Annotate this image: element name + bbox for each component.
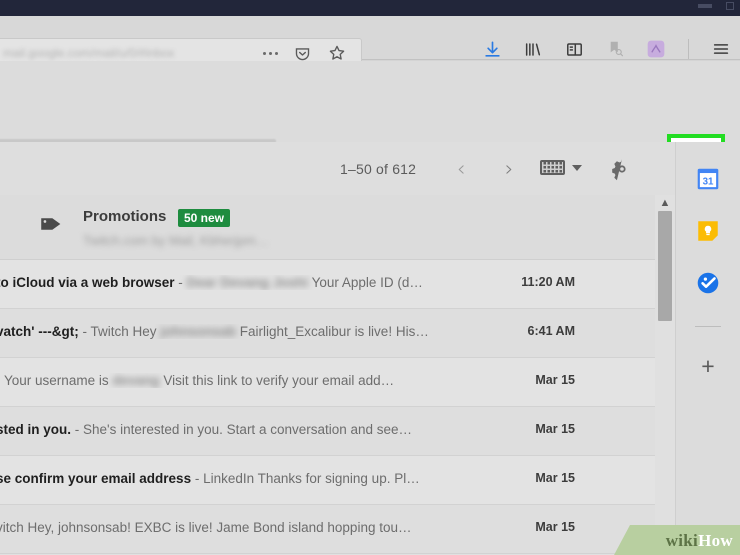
side-panel-divider bbox=[695, 326, 721, 327]
message-date: Mar 15 bbox=[535, 471, 575, 485]
message-subject: se confirm your email address bbox=[0, 471, 192, 486]
message-dash: - bbox=[174, 275, 187, 290]
extension-icon[interactable] bbox=[645, 38, 667, 60]
scroll-up-button[interactable]: ▲ bbox=[659, 198, 671, 209]
google-tasks-icon[interactable] bbox=[695, 270, 721, 296]
pagination-range: 1–50 of 612 bbox=[340, 161, 417, 177]
table-row[interactable]: se confirm your email address - LinkedIn… bbox=[0, 456, 655, 505]
message-redacted: johnsonsab bbox=[160, 324, 237, 339]
message-subject: vatch' ---&gt; bbox=[0, 324, 79, 339]
new-count-badge: 50 new bbox=[178, 209, 231, 227]
toolbar-divider bbox=[688, 39, 689, 59]
message-prefix: Twitch Hey bbox=[90, 324, 161, 339]
minimize-button[interactable] bbox=[698, 4, 712, 8]
downloads-icon[interactable] bbox=[481, 38, 503, 60]
table-row[interactable]: vatch' ---&gt; - Twitch Hey johnsonsab F… bbox=[0, 309, 655, 358]
gmail-header: d bbox=[0, 61, 740, 192]
menu-hamburger-icon[interactable] bbox=[710, 38, 732, 60]
message-snippet: vitch Hey, johnsonsab! EXBC is live! Jam… bbox=[0, 520, 412, 535]
message-redacted: devang bbox=[112, 373, 160, 388]
message-date: Mar 15 bbox=[535, 373, 575, 387]
message-date: Mar 15 bbox=[535, 422, 575, 436]
google-calendar-icon[interactable]: 31 bbox=[695, 166, 721, 192]
message-date: Mar 15 bbox=[535, 520, 575, 534]
keyboard-icon[interactable] bbox=[540, 160, 565, 175]
message-snippet: Fairlight_Excalibur is live! His… bbox=[236, 324, 429, 339]
message-subject: sted in you. bbox=[0, 422, 72, 437]
browser-toolbar-icons bbox=[481, 38, 732, 60]
scrollbar-thumb[interactable] bbox=[658, 211, 672, 321]
address-bar-text: mail.google.com/mail/u/0/#inbox bbox=[3, 46, 175, 60]
message-snippet: LinkedIn Thanks for signing up. Pl… bbox=[203, 471, 420, 486]
message-subject: to iCloud via a web browser bbox=[0, 275, 175, 290]
message-snippet: Your Apple ID (d… bbox=[308, 275, 423, 290]
message-snippet: Visit this link to verify your email add… bbox=[159, 373, 395, 388]
previous-page-button[interactable] bbox=[450, 158, 472, 180]
input-tools-chevron-down-icon[interactable] bbox=[572, 164, 582, 171]
wikihow-watermark: wikiHow bbox=[614, 525, 740, 555]
message-snippet: She's interested in you. Start a convers… bbox=[83, 422, 413, 437]
screenshot-root: mail.google.com/mail/u/0/#inbox 1–50 of … bbox=[0, 0, 740, 555]
table-row[interactable]: sted in you. - She's interested in you. … bbox=[0, 407, 655, 456]
message-text: vitch Hey, johnsonsab! EXBC is live! Jam… bbox=[0, 520, 526, 535]
maximize-button[interactable] bbox=[726, 2, 734, 10]
message-text: vatch' ---&gt; - Twitch Hey johnsonsab F… bbox=[0, 324, 526, 339]
list-scrollbar[interactable]: ▲ bbox=[655, 195, 675, 555]
message-date: 11:20 AM bbox=[521, 275, 575, 289]
tag-icon bbox=[40, 216, 62, 232]
message-prefix: Your username is bbox=[4, 373, 113, 388]
pocket-save-icon[interactable] bbox=[604, 38, 626, 60]
message-list[interactable]: Promotions 50 new Twitch.com by Mail, Kb… bbox=[0, 195, 655, 555]
message-text: sted in you. - She's interested in you. … bbox=[0, 422, 526, 437]
category-row-promotions[interactable]: Promotions 50 new Twitch.com by Mail, Kb… bbox=[0, 195, 655, 260]
next-page-button[interactable] bbox=[497, 158, 519, 180]
library-icon[interactable] bbox=[522, 38, 544, 60]
sidebar-icon[interactable] bbox=[563, 38, 585, 60]
message-redacted: Dear Devang Joshi bbox=[186, 275, 309, 290]
window-titlebar bbox=[0, 0, 740, 16]
message-dash: - bbox=[191, 471, 204, 486]
input-tools-control[interactable] bbox=[540, 160, 582, 175]
add-addon-button[interactable]: + bbox=[695, 353, 721, 379]
watermark-wiki: wiki bbox=[665, 531, 699, 550]
table-row[interactable]: vitch Hey, johnsonsab! EXBC is live! Jam… bbox=[0, 505, 655, 554]
message-text: - Your username is devang Visit this lin… bbox=[0, 373, 526, 388]
window-controls[interactable] bbox=[698, 2, 734, 10]
svg-text:31: 31 bbox=[703, 176, 714, 187]
settings-gear-icon[interactable] bbox=[610, 157, 634, 186]
message-text: to iCloud via a web browser - Dear Devan… bbox=[0, 275, 526, 290]
message-dash: - bbox=[71, 422, 84, 437]
message-date: 6:41 AM bbox=[527, 324, 575, 338]
browser-toolbar: mail.google.com/mail/u/0/#inbox bbox=[0, 16, 740, 68]
watermark-how: How bbox=[698, 531, 733, 550]
table-row[interactable]: to iCloud via a web browser - Dear Devan… bbox=[0, 260, 655, 309]
google-keep-icon[interactable] bbox=[695, 218, 721, 244]
side-panel: 31 + bbox=[675, 142, 740, 555]
category-label: Promotions bbox=[83, 208, 167, 225]
page-actions-dots-icon[interactable] bbox=[263, 51, 278, 55]
message-text: se confirm your email address - LinkedIn… bbox=[0, 471, 526, 486]
category-subtext: Twitch.com by Mail, Kbherjpm… bbox=[83, 233, 269, 248]
message-dash: - bbox=[78, 324, 91, 339]
watermark-text: wikiHow bbox=[666, 531, 733, 551]
table-row[interactable]: - Your username is devang Visit this lin… bbox=[0, 358, 655, 407]
